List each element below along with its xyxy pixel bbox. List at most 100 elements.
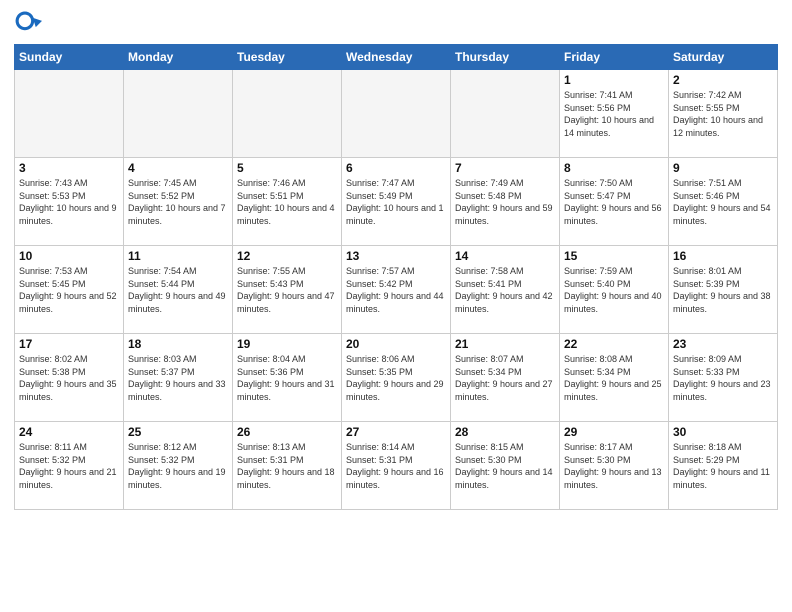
day-info: Sunrise: 7:45 AMSunset: 5:52 PMDaylight:… <box>128 177 228 227</box>
weekday-header-sunday: Sunday <box>15 45 124 70</box>
day-info: Sunrise: 7:50 AMSunset: 5:47 PMDaylight:… <box>564 177 664 227</box>
weekday-header-thursday: Thursday <box>451 45 560 70</box>
day-info: Sunrise: 8:08 AMSunset: 5:34 PMDaylight:… <box>564 353 664 403</box>
day-info: Sunrise: 8:14 AMSunset: 5:31 PMDaylight:… <box>346 441 446 491</box>
day-info: Sunrise: 7:47 AMSunset: 5:49 PMDaylight:… <box>346 177 446 227</box>
day-number: 7 <box>455 161 555 175</box>
day-number: 23 <box>673 337 773 351</box>
day-info: Sunrise: 8:07 AMSunset: 5:34 PMDaylight:… <box>455 353 555 403</box>
day-info: Sunrise: 8:17 AMSunset: 5:30 PMDaylight:… <box>564 441 664 491</box>
day-number: 17 <box>19 337 119 351</box>
weekday-header-wednesday: Wednesday <box>342 45 451 70</box>
weekday-header-tuesday: Tuesday <box>233 45 342 70</box>
calendar-cell: 6 Sunrise: 7:47 AMSunset: 5:49 PMDaylight… <box>342 158 451 246</box>
calendar-cell: 18Sunrise: 8:03 AMSunset: 5:37 PMDayligh… <box>124 334 233 422</box>
weekday-header-friday: Friday <box>560 45 669 70</box>
calendar-cell: 8 Sunrise: 7:50 AMSunset: 5:47 PMDaylight… <box>560 158 669 246</box>
calendar-cell: 3 Sunrise: 7:43 AMSunset: 5:53 PMDaylight… <box>15 158 124 246</box>
calendar-cell: 12 Sunrise: 7:55 AMSunset: 5:43 PMDayligh… <box>233 246 342 334</box>
day-number: 6 <box>346 161 446 175</box>
day-info: Sunrise: 8:04 AMSunset: 5:36 PMDaylight:… <box>237 353 337 403</box>
day-number: 15 <box>564 249 664 263</box>
weekday-header-saturday: Saturday <box>669 45 778 70</box>
day-number: 26 <box>237 425 337 439</box>
day-number: 20 <box>346 337 446 351</box>
logo <box>14 10 46 38</box>
calendar-cell: 22 Sunrise: 8:08 AMSunset: 5:34 PMDayligh… <box>560 334 669 422</box>
day-info: Sunrise: 8:11 AMSunset: 5:32 PMDaylight:… <box>19 441 119 491</box>
calendar-cell: 23 Sunrise: 8:09 AMSunset: 5:33 PMDayligh… <box>669 334 778 422</box>
day-info: Sunrise: 8:06 AMSunset: 5:35 PMDaylight:… <box>346 353 446 403</box>
day-number: 25 <box>128 425 228 439</box>
day-number: 18 <box>128 337 228 351</box>
day-number: 12 <box>237 249 337 263</box>
calendar-cell: 25 Sunrise: 8:12 AMSunset: 5:32 PMDayligh… <box>124 422 233 510</box>
day-info: Sunrise: 7:55 AMSunset: 5:43 PMDaylight:… <box>237 265 337 315</box>
weekday-header-row: SundayMondayTuesdayWednesdayThursdayFrid… <box>15 45 778 70</box>
day-info: Sunrise: 7:41 AMSunset: 5:56 PMDaylight:… <box>564 89 664 139</box>
calendar-cell: 1 Sunrise: 7:41 AMSunset: 5:56 PMDaylight… <box>560 70 669 158</box>
day-number: 4 <box>128 161 228 175</box>
calendar-cell <box>124 70 233 158</box>
calendar-cell: 4 Sunrise: 7:45 AMSunset: 5:52 PMDaylight… <box>124 158 233 246</box>
day-number: 21 <box>455 337 555 351</box>
day-number: 5 <box>237 161 337 175</box>
day-number: 29 <box>564 425 664 439</box>
header <box>14 10 778 38</box>
day-info: Sunrise: 7:43 AMSunset: 5:53 PMDaylight:… <box>19 177 119 227</box>
day-number: 9 <box>673 161 773 175</box>
day-number: 8 <box>564 161 664 175</box>
day-number: 10 <box>19 249 119 263</box>
day-info: Sunrise: 7:58 AMSunset: 5:41 PMDaylight:… <box>455 265 555 315</box>
page-container: SundayMondayTuesdayWednesdayThursdayFrid… <box>0 0 792 520</box>
day-number: 11 <box>128 249 228 263</box>
calendar-cell: 24Sunrise: 8:11 AMSunset: 5:32 PMDayligh… <box>15 422 124 510</box>
calendar-cell <box>233 70 342 158</box>
day-info: Sunrise: 8:13 AMSunset: 5:31 PMDaylight:… <box>237 441 337 491</box>
day-number: 1 <box>564 73 664 87</box>
calendar-cell <box>15 70 124 158</box>
calendar-cell: 10 Sunrise: 7:53 AMSunset: 5:45 PMDayligh… <box>15 246 124 334</box>
day-number: 30 <box>673 425 773 439</box>
day-number: 13 <box>346 249 446 263</box>
calendar-cell: 29 Sunrise: 8:17 AMSunset: 5:30 PMDayligh… <box>560 422 669 510</box>
calendar-table: SundayMondayTuesdayWednesdayThursdayFrid… <box>14 44 778 510</box>
calendar-cell: 26 Sunrise: 8:13 AMSunset: 5:31 PMDayligh… <box>233 422 342 510</box>
calendar-cell: 30 Sunrise: 8:18 AMSunset: 5:29 PMDayligh… <box>669 422 778 510</box>
day-info: Sunrise: 7:53 AMSunset: 5:45 PMDaylight:… <box>19 265 119 315</box>
day-info: Sunrise: 7:42 AMSunset: 5:55 PMDaylight:… <box>673 89 773 139</box>
logo-icon <box>14 10 42 38</box>
day-number: 14 <box>455 249 555 263</box>
calendar-cell: 15 Sunrise: 7:59 AMSunset: 5:40 PMDayligh… <box>560 246 669 334</box>
calendar-cell <box>342 70 451 158</box>
day-number: 28 <box>455 425 555 439</box>
calendar-cell: 17 Sunrise: 8:02 AMSunset: 5:38 PMDayligh… <box>15 334 124 422</box>
calendar-cell: 14 Sunrise: 7:58 AMSunset: 5:41 PMDayligh… <box>451 246 560 334</box>
day-info: Sunrise: 8:18 AMSunset: 5:29 PMDaylight:… <box>673 441 773 491</box>
weekday-header-monday: Monday <box>124 45 233 70</box>
day-info: Sunrise: 8:15 AMSunset: 5:30 PMDaylight:… <box>455 441 555 491</box>
calendar-cell: 2 Sunrise: 7:42 AMSunset: 5:55 PMDaylight… <box>669 70 778 158</box>
day-number: 16 <box>673 249 773 263</box>
calendar-cell: 19 Sunrise: 8:04 AMSunset: 5:36 PMDayligh… <box>233 334 342 422</box>
calendar-cell: 13 Sunrise: 7:57 AMSunset: 5:42 PMDayligh… <box>342 246 451 334</box>
day-info: Sunrise: 8:09 AMSunset: 5:33 PMDaylight:… <box>673 353 773 403</box>
day-info: Sunrise: 7:57 AMSunset: 5:42 PMDaylight:… <box>346 265 446 315</box>
calendar-cell: 11 Sunrise: 7:54 AMSunset: 5:44 PMDayligh… <box>124 246 233 334</box>
day-info: Sunrise: 7:54 AMSunset: 5:44 PMDaylight:… <box>128 265 228 315</box>
calendar-cell: 7 Sunrise: 7:49 AMSunset: 5:48 PMDaylight… <box>451 158 560 246</box>
calendar-cell: 28 Sunrise: 8:15 AMSunset: 5:30 PMDayligh… <box>451 422 560 510</box>
day-number: 19 <box>237 337 337 351</box>
day-number: 2 <box>673 73 773 87</box>
day-info: Sunrise: 7:59 AMSunset: 5:40 PMDaylight:… <box>564 265 664 315</box>
day-info: Sunrise: 8:02 AMSunset: 5:38 PMDaylight:… <box>19 353 119 403</box>
day-info: Sunrise: 7:49 AMSunset: 5:48 PMDaylight:… <box>455 177 555 227</box>
day-number: 22 <box>564 337 664 351</box>
week-row-3: 17 Sunrise: 8:02 AMSunset: 5:38 PMDayligh… <box>15 334 778 422</box>
day-number: 3 <box>19 161 119 175</box>
calendar-cell: 5Sunrise: 7:46 AMSunset: 5:51 PMDaylight… <box>233 158 342 246</box>
day-info: Sunrise: 8:12 AMSunset: 5:32 PMDaylight:… <box>128 441 228 491</box>
week-row-2: 10 Sunrise: 7:53 AMSunset: 5:45 PMDayligh… <box>15 246 778 334</box>
calendar-cell: 21 Sunrise: 8:07 AMSunset: 5:34 PMDayligh… <box>451 334 560 422</box>
day-number: 27 <box>346 425 446 439</box>
